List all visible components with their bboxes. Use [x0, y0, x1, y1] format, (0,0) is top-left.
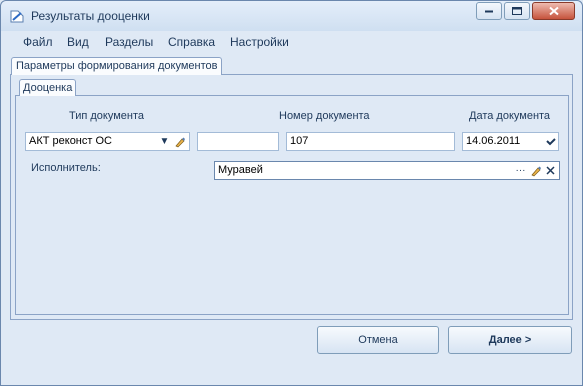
doc-type-value: АКТ реконст ОС [29, 135, 112, 147]
menu-file[interactable]: Файл [23, 35, 53, 49]
edit-pencil-icon[interactable] [528, 162, 543, 179]
next-button[interactable]: Далее > [448, 326, 572, 354]
maximize-button[interactable] [504, 2, 530, 20]
doc-extra-field[interactable] [197, 132, 279, 151]
minimize-icon [485, 10, 493, 13]
ellipsis-icon[interactable]: ··· [513, 162, 528, 179]
clear-icon[interactable] [543, 162, 558, 179]
menu-sections[interactable]: Разделы [105, 35, 153, 49]
menu-settings[interactable]: Настройки [230, 35, 289, 49]
cancel-button[interactable]: Отмена [317, 326, 439, 354]
edit-pencil-icon[interactable] [172, 133, 187, 150]
tab-revaluation[interactable]: Дооценка [19, 79, 77, 96]
maximize-icon [512, 7, 522, 15]
chevron-down-icon[interactable]: ▼ [157, 133, 172, 150]
executor-label: Исполнитель: [31, 162, 101, 174]
menu-view[interactable]: Вид [67, 35, 89, 49]
title-bar: Результаты дооценки [1, 1, 582, 31]
calendar-dropdown-icon[interactable] [543, 133, 558, 150]
close-icon [548, 6, 559, 16]
executor-value: Муравей [218, 164, 263, 176]
inner-tab-panel [15, 95, 569, 315]
doc-date-value: 14.06.2011 [466, 135, 521, 147]
executor-field[interactable]: Муравей [214, 161, 560, 180]
doc-type-label: Тип документа [69, 110, 145, 122]
close-button[interactable] [532, 2, 575, 20]
doc-number-label: Номер документа [279, 110, 370, 122]
app-icon [9, 8, 25, 24]
main-window: Результаты дооценки Файл Вид Разделы Спр… [0, 0, 583, 386]
minimize-button[interactable] [476, 2, 502, 20]
window-title: Результаты дооценки [31, 9, 150, 23]
menu-help[interactable]: Справка [168, 35, 215, 49]
doc-number-field[interactable]: 107 [286, 132, 455, 151]
doc-date-label: Дата документа [469, 110, 551, 122]
tab-document-params[interactable]: Параметры формирования документов [11, 57, 223, 75]
